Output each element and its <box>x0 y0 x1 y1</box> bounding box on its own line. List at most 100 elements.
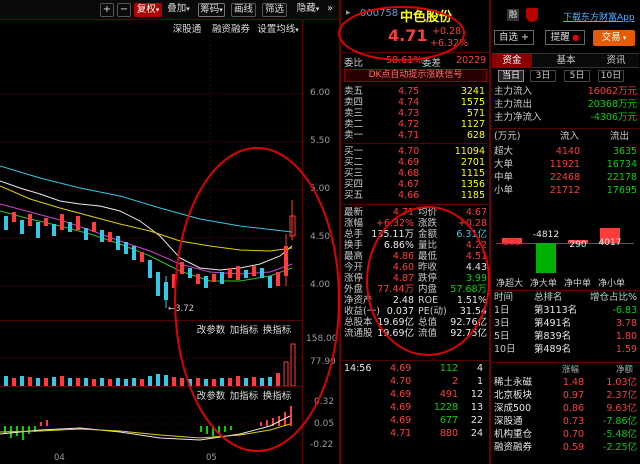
zoom-in-button[interactable]: + <box>100 3 114 17</box>
tab-5day[interactable]: 5日 <box>564 70 590 82</box>
sub-tab-hk-connect[interactable]: 深股通 <box>170 22 204 37</box>
rank-rank: 第489名 <box>534 344 572 355</box>
chevron-down-icon: ▾ <box>315 5 320 13</box>
flow-out: 17695 <box>606 185 637 196</box>
flow-row: 超大 4140 3635 <box>494 146 637 158</box>
tab-3day[interactable]: 3日 <box>530 70 556 82</box>
tick-volume: 677 <box>439 415 458 426</box>
sector-name: 深股通 <box>494 416 523 427</box>
rights-button[interactable]: 复权▾ <box>134 3 162 17</box>
rank-rank: 第839名 <box>534 331 572 342</box>
draw-line-button[interactable]: 画线 <box>231 3 256 17</box>
chip-button[interactable]: 筹码▾ <box>198 3 225 17</box>
flow-in: 4140 <box>555 146 580 157</box>
tick-price: 4.69 <box>390 415 412 426</box>
sector-name: 融资融券 <box>494 442 533 453</box>
flow-label: 大单 <box>494 159 514 170</box>
rank-pct: -6.83 <box>612 305 637 316</box>
flow-in: 11921 <box>549 159 580 170</box>
more-icon[interactable]: » <box>327 3 333 14</box>
tab-fund[interactable]: 资金 <box>492 54 532 68</box>
sector-pct: 0.73 <box>562 416 584 427</box>
sub-tab-margin[interactable]: 融资融券 <box>208 22 254 37</box>
zoom-out-button[interactable]: − <box>117 3 131 17</box>
bar-value-net-large: -4812 <box>532 230 560 240</box>
sector-row[interactable]: 深成500 0.86 9.63亿 <box>494 403 637 415</box>
sector-amount: -5.48亿 <box>602 429 637 440</box>
bar-label-net-mid: 净中单 <box>564 279 592 289</box>
signal-banner[interactable]: DK点自动提示涨跌信号 <box>344 69 487 82</box>
x-label-04: 04 <box>54 453 65 463</box>
tab-10day[interactable]: 10日 <box>598 70 624 82</box>
flow-label: 小单 <box>494 185 514 196</box>
tab-today[interactable]: 当日 <box>498 70 524 82</box>
flow-unit: (万元) <box>494 131 521 142</box>
ticks-divider <box>342 360 489 361</box>
flow-in-header: 流入 <box>560 131 580 142</box>
sector-row[interactable]: 稀土永磁 1.48 1.03亿 <box>494 377 637 389</box>
hide-button[interactable]: 隐藏▾ <box>292 3 324 17</box>
ask-volume: 628 <box>466 130 485 141</box>
bar-value-net-mid: 290 <box>569 240 587 250</box>
sector-table: 涨幅 净额 稀土永磁 1.48 1.03亿 北京板块 0.97 2.37亿 深成500 0.… <box>494 364 637 464</box>
trade-label: 交易 <box>601 32 621 43</box>
main-flow-label: 主力流入 <box>494 86 533 97</box>
filter-button[interactable]: 筛选 <box>262 3 287 17</box>
tick-volume: 880 <box>439 428 458 439</box>
main-flow-label: 主力净流入 <box>494 112 542 123</box>
rong-badge: 融 <box>507 9 519 21</box>
sector-name: 北京板块 <box>494 390 533 401</box>
panel-divider <box>339 0 341 464</box>
flow-label: 超大 <box>494 146 514 157</box>
sector-name: 稀土永磁 <box>494 377 533 388</box>
rank-row: 5日 第839名 1.80 <box>494 331 637 343</box>
bid-volume: 1185 <box>460 190 485 201</box>
main-flow-label: 主力流出 <box>494 99 533 110</box>
flow-row: 大单 11921 16734 <box>494 159 637 171</box>
flow-out-header: 流出 <box>609 131 629 142</box>
sector-name: 深成500 <box>494 403 532 414</box>
chevron-down-icon: ▾ <box>295 26 299 34</box>
rank-time: 10日 <box>494 344 516 355</box>
chevron-down-icon: ▾ <box>219 6 223 14</box>
sector-row[interactable]: 机构重仓 0.70 -5.48亿 <box>494 429 637 441</box>
tick-count: 22 <box>470 415 483 426</box>
bar-value-net-super: 506 <box>503 238 521 248</box>
ma-settings-label: 设置均线 <box>257 24 296 35</box>
tick-row: 4.69 1228 13 <box>344 402 487 414</box>
overlay-button[interactable]: 叠加▾ <box>165 3 192 17</box>
tab-basic[interactable]: 基本 <box>546 54 586 68</box>
watch-button[interactable]: 自选 + <box>494 30 534 45</box>
main-flow-value: 20368万元 <box>587 99 637 110</box>
hide-label: 隐藏 <box>296 3 316 14</box>
rank-time: 5日 <box>494 331 510 342</box>
annotation-oval-stats <box>366 206 490 356</box>
download-app-link[interactable]: 下载东方财富App <box>563 10 635 23</box>
chevron-down-icon: ▾ <box>155 6 160 14</box>
sector-pct: 0.59 <box>562 442 584 453</box>
sector-row[interactable]: 深股通 0.73 -7.86亿 <box>494 416 637 428</box>
ask-price: 4.71 <box>398 130 420 141</box>
tab-news[interactable]: 资讯 <box>596 54 636 68</box>
sub-tab-ma-settings[interactable]: 设置均线▾ <box>255 22 301 37</box>
alert-button[interactable]: 提醒 ● <box>545 30 585 45</box>
annotation-oval-chart <box>174 147 340 452</box>
main-flow-row: 主力净流入 -4306万元 <box>494 112 637 124</box>
tick-time: 14:56 <box>344 363 372 374</box>
bar-value-net-small: 4017 <box>598 238 622 248</box>
tick-count: 12 <box>470 389 483 400</box>
tick-count: 4 <box>476 363 483 374</box>
flow-header: (万元) 流入 流出 <box>494 131 637 143</box>
tick-row: 4.70 2 1 <box>344 376 487 388</box>
rights-label: 复权 <box>136 4 156 15</box>
trade-button[interactable]: 交易 ▾ <box>593 30 635 46</box>
sector-row[interactable]: 融资融券 0.59 -2.25亿 <box>494 442 637 454</box>
sector-amount: 1.03亿 <box>606 377 637 388</box>
rank-pct: 1.59 <box>615 344 637 355</box>
tick-row: 4.69 677 22 <box>344 415 487 427</box>
bid-price: 4.66 <box>398 190 420 201</box>
sector-row[interactable]: 北京板块 0.97 2.37亿 <box>494 390 637 402</box>
sector-pct-header: 涨幅 <box>562 365 580 375</box>
sector-amount: -2.25亿 <box>602 442 637 453</box>
tick-volume: 112 <box>439 363 458 374</box>
